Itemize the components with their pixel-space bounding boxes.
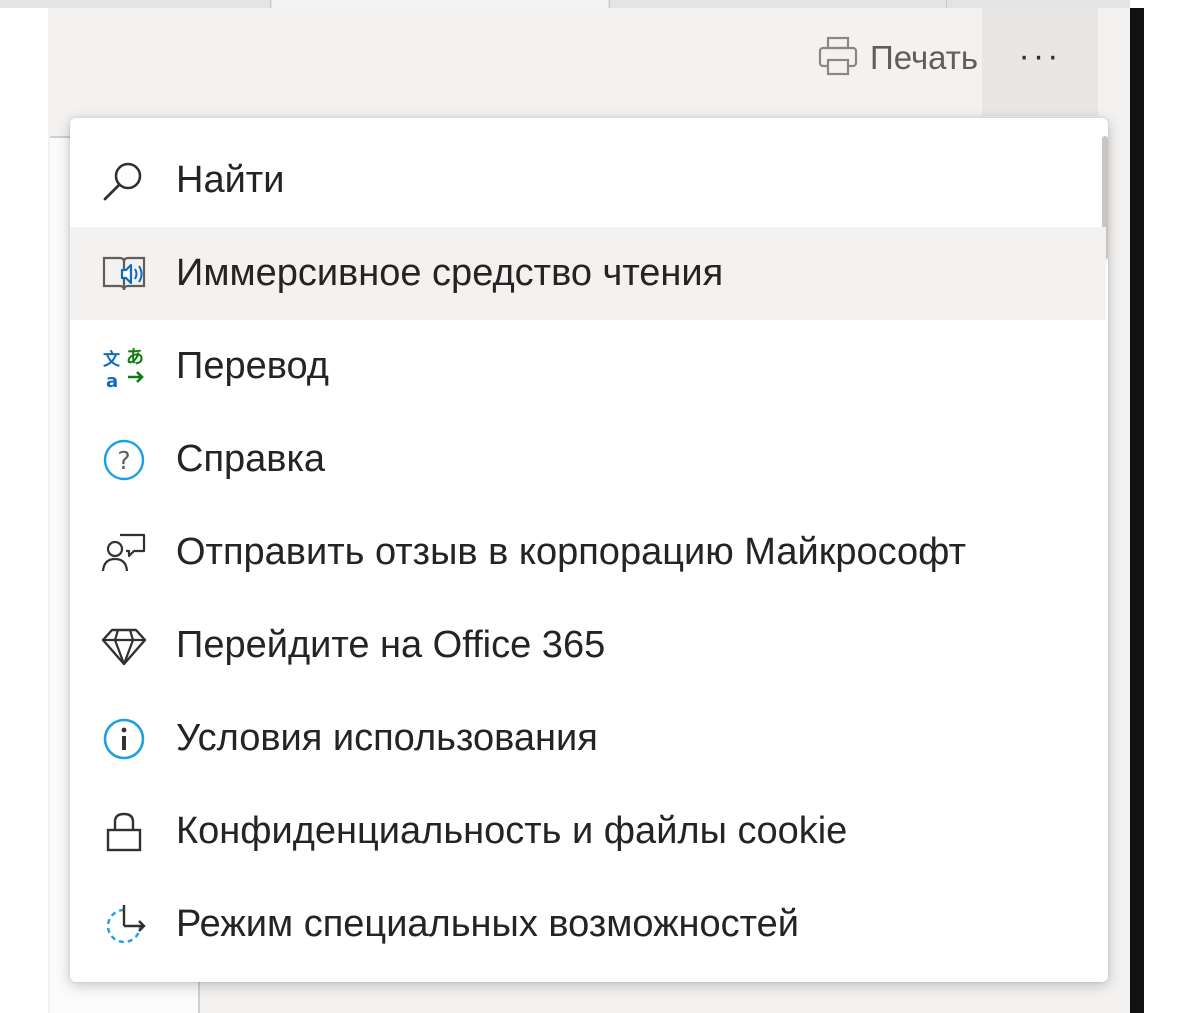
print-label: Печать: [870, 39, 979, 76]
menu-item-feedback[interactable]: Отправить отзыв в корпорацию Майкрософт: [70, 506, 1106, 599]
left-margin: [0, 8, 48, 1013]
menu-item-label: Условия использования: [176, 717, 598, 759]
more-options-icon: ···: [1018, 37, 1062, 75]
browser-tab-active[interactable]: [272, 0, 608, 8]
info-icon: [100, 715, 148, 763]
tab-separator: [270, 0, 271, 8]
menu-item-help[interactable]: ? Справка: [70, 413, 1106, 506]
accessibility-mode-icon: [100, 901, 148, 949]
svg-text:?: ?: [117, 446, 130, 475]
printer-icon: [816, 34, 860, 83]
menu-item-label: Найти: [176, 159, 285, 201]
lock-icon: [100, 808, 148, 856]
menu-item-translate[interactable]: 文 a あ Перевод: [70, 320, 1106, 413]
translate-icon: 文 a あ: [100, 343, 148, 391]
menu-item-label: Режим специальных возможностей: [176, 903, 799, 945]
browser-tab-strip: [0, 0, 1130, 8]
screen: Печать ··· Найти Иммерсивное средство чт…: [0, 0, 1200, 1013]
svg-text:あ: あ: [126, 347, 144, 368]
menu-item-immersive-reader[interactable]: Иммерсивное средство чтения: [70, 227, 1106, 320]
menu-item-label: Перевод: [176, 345, 329, 387]
menu-item-label: Конфиденциальность и файлы cookie: [176, 810, 848, 852]
immersive-reader-icon: [100, 250, 148, 298]
toolbar: Печать ···: [48, 8, 1130, 116]
document-scroll-area: [1108, 116, 1124, 1013]
menu-item-label: Справка: [176, 438, 326, 480]
search-icon: [100, 157, 148, 205]
feedback-icon: [100, 529, 148, 577]
menu-item-label: Перейдите на Office 365: [176, 624, 606, 666]
tab-separator: [946, 0, 947, 8]
tab-separator: [609, 0, 610, 8]
help-icon: ?: [100, 436, 148, 484]
menu-item-find[interactable]: Найти: [70, 134, 1106, 227]
svg-text:文: 文: [103, 349, 121, 370]
menu-item-label: Отправить отзыв в корпорацию Майкрософт: [176, 531, 966, 573]
menu-item-privacy-cookies[interactable]: Конфиденциальность и файлы cookie: [70, 785, 1106, 878]
menu-item-label: Иммерсивное средство чтения: [176, 252, 724, 294]
more-options-menu: Найти Иммерсивное средство чтения 文 a あ: [70, 118, 1108, 982]
menu-item-office-365[interactable]: Перейдите на Office 365: [70, 599, 1106, 692]
menu-item-terms-of-use[interactable]: Условия использования: [70, 692, 1106, 785]
print-button[interactable]: Печать: [808, 32, 986, 84]
more-options-button[interactable]: ···: [982, 8, 1098, 116]
svg-text:a: a: [106, 371, 118, 391]
diamond-icon: [100, 622, 148, 670]
window-right-border: [1130, 8, 1144, 1013]
right-margin: [1144, 0, 1200, 1013]
menu-item-accessibility-mode[interactable]: Режим специальных возможностей: [70, 878, 1106, 971]
